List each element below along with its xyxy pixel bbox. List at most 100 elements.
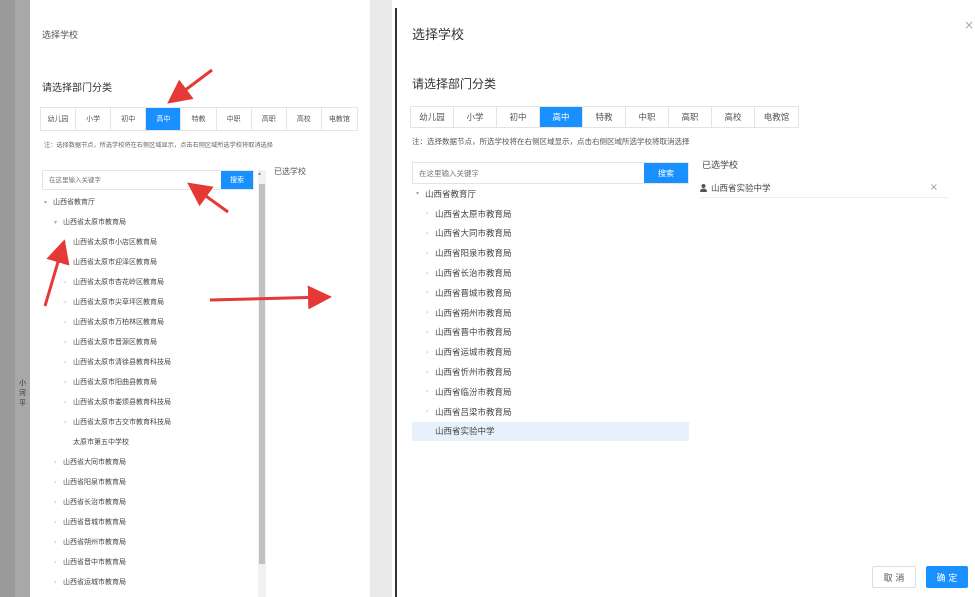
tree-node[interactable]: › 山西省太原市万柏林区教育局 (40, 312, 255, 332)
expand-right-icon[interactable]: › (54, 519, 63, 526)
tree-node[interactable]: ▾ 山西省太原市教育局 (40, 212, 255, 232)
expand-down-icon[interactable]: ▾ (44, 199, 53, 206)
tree-node[interactable]: › 山西省太原市尖草坪区教育局 (40, 292, 255, 312)
right-tab[interactable]: 电教馆 (755, 107, 798, 127)
tree-node[interactable]: › 山西省吕梁市教育局 (412, 402, 689, 422)
right-tab[interactable]: 高职 (669, 107, 712, 127)
tree-node[interactable]: › 山西省晋城市教育局 (412, 283, 689, 303)
left-tab[interactable]: 初中 (111, 108, 147, 130)
tree-node[interactable]: › 山西省临汾市教育局 (412, 382, 689, 402)
left-scrollbar[interactable] (258, 170, 266, 597)
expand-right-icon[interactable]: › (54, 559, 63, 566)
left-scrollbar-thumb[interactable] (259, 184, 265, 564)
left-tab[interactable]: 特教 (181, 108, 217, 130)
right-tab[interactable]: 高校 (712, 107, 755, 127)
expand-right-icon[interactable]: › (426, 329, 435, 336)
search-input[interactable] (413, 163, 644, 183)
left-tab[interactable]: 小学 (76, 108, 112, 130)
tree-node-label: 山西省临汾市教育局 (435, 387, 512, 398)
expand-right-icon[interactable]: › (64, 279, 73, 286)
expand-right-icon[interactable]: › (426, 408, 435, 415)
tree-node[interactable]: › 山西省太原市古交市教育科技局 (40, 412, 255, 432)
remove-icon[interactable]: × (930, 182, 938, 193)
tree-node[interactable]: › 山西省大同市教育局 (412, 224, 689, 244)
tree-node[interactable]: ▾ 山西省教育厅 (40, 192, 255, 212)
expand-right-icon[interactable]: › (426, 309, 435, 316)
tree-node[interactable]: › 山西省大同市教育局 (40, 452, 255, 472)
search-button[interactable]: 搜索 (644, 163, 688, 183)
scroll-up-icon[interactable]: ▴ (258, 170, 261, 177)
tree-node[interactable]: › 山西省太原市娄烦县教育科技局 (40, 392, 255, 412)
tree-node[interactable]: › 山西省运城市教育局 (412, 342, 689, 362)
tree-node[interactable]: › 山西省运城市教育局 (40, 572, 255, 592)
tree-node[interactable]: › 山西省太原市教育局 (412, 204, 689, 224)
expand-right-icon[interactable]: › (426, 230, 435, 237)
expand-right-icon[interactable]: › (64, 399, 73, 406)
tree-node[interactable]: › 山西省阳泉市教育局 (412, 243, 689, 263)
tree-node[interactable]: › 山西省太原市小店区教育局 (40, 232, 255, 252)
selected-item[interactable]: 山西省实验中学 × (700, 178, 948, 198)
expand-right-icon[interactable]: › (426, 289, 435, 296)
expand-right-icon[interactable]: › (64, 379, 73, 386)
expand-right-icon[interactable]: › (64, 359, 73, 366)
left-tab[interactable]: 电教馆 (322, 108, 357, 130)
expand-right-icon[interactable]: › (64, 339, 73, 346)
tree-node[interactable]: › 山西省朔州市教育局 (40, 532, 255, 552)
right-tab[interactable]: 高中 (540, 107, 583, 127)
tree-node[interactable]: › 山西省长治市教育局 (40, 492, 255, 512)
expand-right-icon[interactable]: › (54, 539, 63, 546)
left-tab[interactable]: 高校 (287, 108, 322, 130)
expand-right-icon[interactable]: › (54, 499, 63, 506)
expand-down-icon[interactable]: ▾ (416, 190, 425, 197)
tree-node[interactable]: › 山西省忻州市教育局 (412, 362, 689, 382)
expand-right-icon[interactable]: › (64, 299, 73, 306)
tree-node[interactable]: › 山西省晋中市教育局 (412, 323, 689, 343)
tree-node[interactable]: › 山西省太原市杏花岭区教育局 (40, 272, 255, 292)
expand-right-icon[interactable]: › (54, 579, 63, 586)
right-tab[interactable]: 幼儿园 (411, 107, 454, 127)
expand-right-icon[interactable]: › (426, 250, 435, 257)
tree-node-label: 山西省教育厅 (53, 198, 95, 206)
left-tab[interactable]: 幼儿园 (41, 108, 77, 130)
expand-right-icon[interactable]: › (426, 210, 435, 217)
tree-node[interactable]: 山西省实验中学 (412, 421, 689, 442)
tree-node[interactable]: › 山西省太原市迎泽区教育局 (40, 252, 255, 272)
tree-node[interactable]: ▾ 山西省教育厅 (412, 184, 689, 204)
tree-node[interactable]: › 山西省长治市教育局 (412, 263, 689, 283)
close-icon[interactable]: × (964, 18, 974, 32)
tree-node[interactable]: › 山西省太原市阳曲县教育局 (40, 372, 255, 392)
left-search-button[interactable]: 搜索 (221, 171, 253, 189)
tree-node[interactable]: › 山西省朔州市教育局 (412, 303, 689, 323)
right-tab[interactable]: 初中 (497, 107, 540, 127)
expand-right-icon[interactable]: › (426, 270, 435, 277)
tree-node[interactable]: 太原市第五中学校 (40, 432, 255, 452)
user-icon (700, 183, 707, 192)
left-tab[interactable]: 中职 (217, 108, 252, 130)
expand-down-icon[interactable]: ▾ (54, 219, 63, 226)
selected-header: 已选学校 (702, 161, 739, 171)
tree-node[interactable]: › 山西省晋城市教育局 (40, 512, 255, 532)
tree-node[interactable]: › 山西省阳泉市教育局 (40, 472, 255, 492)
left-tab[interactable]: 高职 (252, 108, 287, 130)
expand-right-icon[interactable]: › (64, 239, 73, 246)
expand-right-icon[interactable]: › (426, 388, 435, 395)
expand-right-icon[interactable]: › (426, 369, 435, 376)
tree-node-label: 山西省晋中市教育局 (435, 328, 512, 339)
expand-right-icon[interactable]: › (64, 419, 73, 426)
tree-node[interactable]: › 山西省太原市晋源区教育局 (40, 332, 255, 352)
cancel-button[interactable]: 取 消 (872, 566, 916, 588)
left-search-input[interactable] (43, 171, 221, 189)
tree-node[interactable]: › 山西省晋中市教育局 (40, 552, 255, 572)
expand-right-icon[interactable]: › (64, 259, 73, 266)
expand-right-icon[interactable]: › (54, 459, 63, 466)
search-box: 搜索 (412, 162, 689, 184)
expand-right-icon[interactable]: › (64, 319, 73, 326)
tree-node[interactable]: › 山西省太原市清徐县教育科技局 (40, 352, 255, 372)
left-tab[interactable]: 高中 (146, 108, 182, 130)
expand-right-icon[interactable]: › (54, 479, 63, 486)
right-tab[interactable]: 小学 (454, 107, 497, 127)
confirm-button[interactable]: 确 定 (926, 566, 968, 588)
right-tab[interactable]: 特教 (583, 107, 626, 127)
expand-right-icon[interactable]: › (426, 349, 435, 356)
right-tab[interactable]: 中职 (626, 107, 669, 127)
